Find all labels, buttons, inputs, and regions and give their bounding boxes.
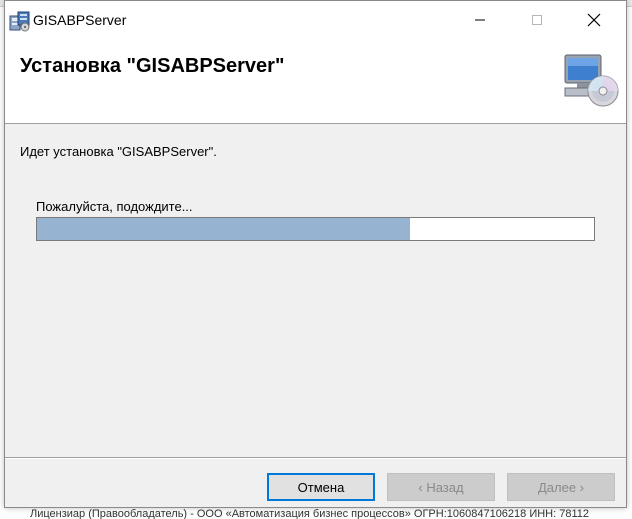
page-title: Установка "GISABPServer" [20, 55, 285, 77]
wait-text: Пожалуйста, подождите... [36, 199, 193, 214]
status-text: Идет установка "GISABPServer". [20, 144, 217, 159]
title-bar: GISABPServer [5, 1, 626, 39]
cancel-button[interactable]: Отмена [267, 473, 375, 501]
background-footer-text: Лицензиар (Правообладатель) - ООО «Автом… [30, 509, 590, 519]
computer-cd-icon [559, 51, 621, 109]
window-title: GISABPServer [33, 12, 127, 28]
back-button[interactable]: ‹ Назад [387, 473, 495, 501]
installer-package-icon [9, 10, 31, 32]
footer-divider-highlight [5, 458, 626, 459]
close-button[interactable] [571, 5, 617, 35]
header-banner: Установка "GISABPServer" [5, 39, 626, 124]
progress-bar [36, 217, 595, 241]
minimize-button[interactable] [457, 5, 503, 35]
maximize-button[interactable] [514, 5, 560, 35]
next-button[interactable]: Далее › [507, 473, 615, 501]
close-icon [587, 13, 601, 27]
installer-dialog: GISABPServer Установка "GISABPServer" Ид… [4, 0, 627, 508]
minimize-icon [475, 19, 485, 21]
maximize-icon [532, 15, 542, 25]
progress-bar-fill [37, 218, 411, 240]
